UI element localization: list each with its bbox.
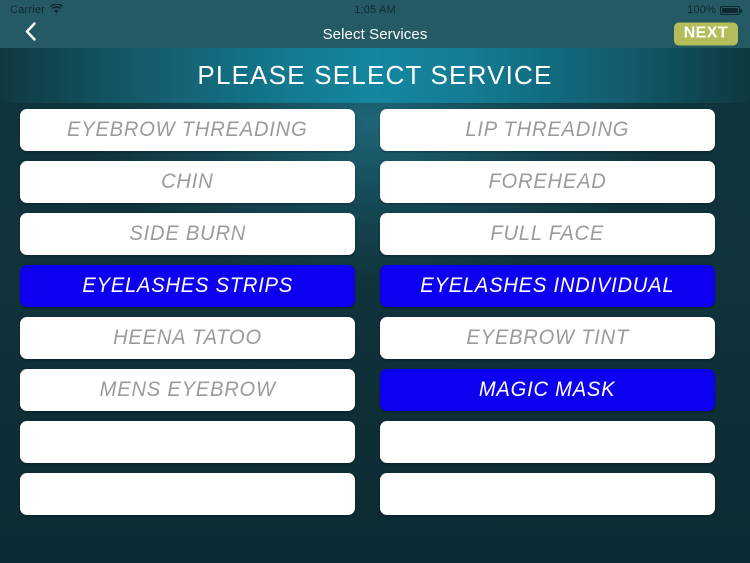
service-button-label: EYEBROW TINT [466, 326, 629, 349]
service-button[interactable]: CHIN [20, 161, 355, 203]
service-button-empty[interactable] [380, 421, 715, 463]
next-button[interactable]: NEXT [673, 22, 738, 46]
service-button-empty[interactable] [380, 473, 715, 515]
status-bar-clock: 1:05 AM [354, 4, 396, 16]
service-button[interactable]: HEENA TATOO [20, 317, 355, 359]
banner: PLEASE SELECT SERVICE [0, 48, 750, 103]
service-button-label: MAGIC MASK [479, 378, 616, 401]
service-button[interactable]: EYEBROW TINT [380, 317, 715, 359]
service-button[interactable]: EYELASHES INDIVIDUAL [380, 265, 715, 307]
service-button-label: EYELASHES INDIVIDUAL [420, 274, 675, 297]
service-button[interactable]: SIDE BURN [20, 213, 355, 255]
service-button[interactable]: FOREHEAD [380, 161, 715, 203]
service-button-label: EYEBROW THREADING [67, 118, 308, 141]
service-button-label: FULL FACE [490, 222, 605, 245]
status-bar-right: 100% [396, 4, 743, 16]
service-button-label: CHIN [161, 170, 214, 193]
service-button-label: SIDE BURN [129, 222, 246, 245]
carrier-label: Carrier [10, 4, 46, 16]
service-button-label: MENS EYEBROW [99, 378, 276, 401]
status-bar: Carrier 1:05 AM 100% [0, 0, 750, 20]
battery-full-icon [720, 5, 743, 15]
service-button-empty[interactable] [20, 473, 355, 515]
navigation-bar: Select Services NEXT [0, 20, 750, 48]
service-button[interactable]: LIP THREADING [380, 109, 715, 151]
services-grid: EYEBROW THREADING LIP THREADING CHIN FOREHE… [20, 109, 730, 515]
chevron-left-icon [25, 22, 36, 46]
service-button[interactable]: EYEBROW THREADING [20, 109, 355, 151]
status-bar-left: Carrier [10, 2, 354, 17]
services-panel: EYEBROW THREADING LIP THREADING CHIN FOREHE… [0, 103, 750, 563]
battery-percent-label: 100% [687, 4, 717, 16]
service-button-label: HEENA TATOO [113, 326, 262, 349]
service-button[interactable]: EYELASHES STRIPS [20, 265, 355, 307]
service-button-label: FOREHEAD [488, 170, 607, 193]
service-button-label: EYELASHES STRIPS [82, 274, 293, 297]
wifi-icon [50, 2, 64, 17]
service-button-empty[interactable] [20, 421, 355, 463]
service-button[interactable]: MAGIC MASK [380, 369, 715, 411]
back-button[interactable] [0, 20, 60, 48]
service-button-label: LIP THREADING [465, 118, 630, 141]
service-button[interactable]: MENS EYEBROW [20, 369, 355, 411]
app-screen: Carrier 1:05 AM 100% Select Services NEX… [0, 0, 750, 563]
service-button[interactable]: FULL FACE [380, 213, 715, 255]
page-title: Select Services [322, 25, 428, 43]
banner-title: PLEASE SELECT SERVICE [197, 60, 553, 90]
